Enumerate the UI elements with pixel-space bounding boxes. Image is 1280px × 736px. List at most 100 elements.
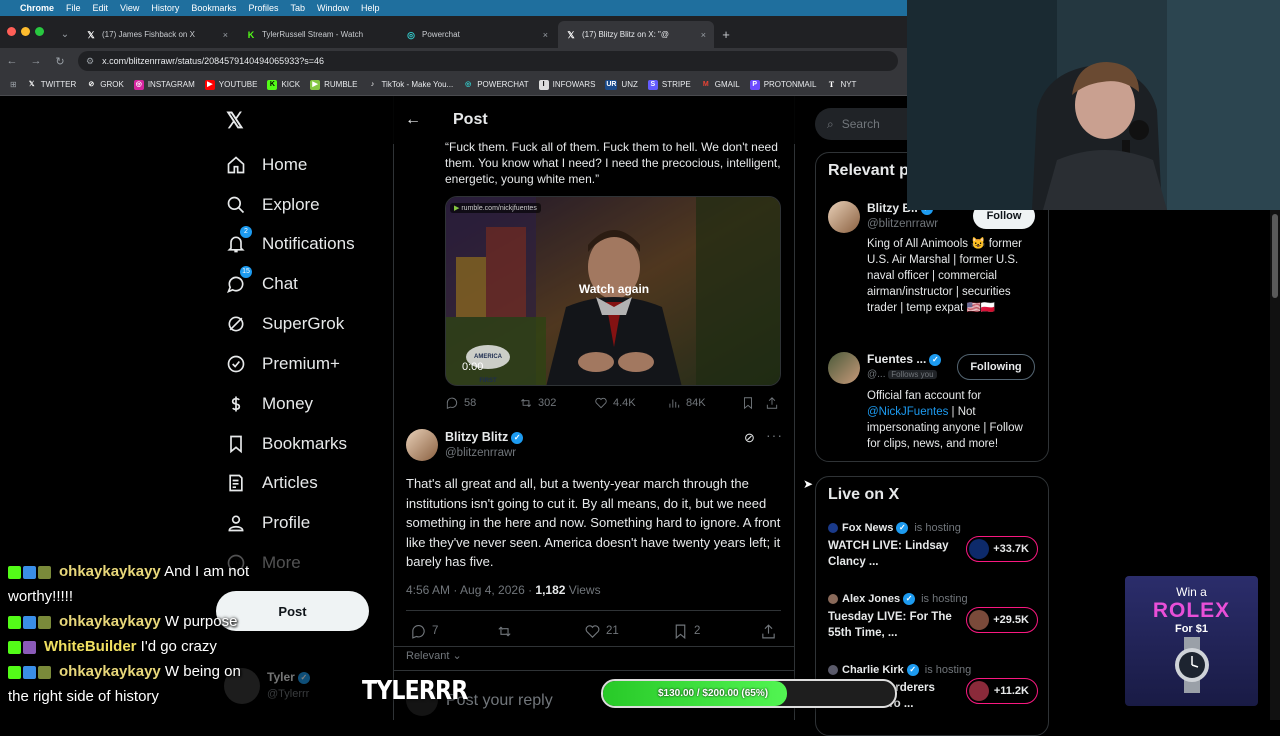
bookmark-rumble[interactable]: ▶ RUMBLE [310, 79, 357, 90]
menu-bookmarks[interactable]: Bookmarks [191, 3, 236, 13]
post-button[interactable]: Post [216, 591, 369, 631]
close-window-button[interactable] [7, 27, 16, 36]
reply-action[interactable]: 58 [445, 396, 476, 410]
site-info-icon[interactable]: ⚙ [86, 56, 94, 67]
bookmark-action[interactable] [741, 396, 760, 410]
following-button[interactable]: Following [957, 354, 1035, 380]
bookmark-nyt[interactable]: T NYT [826, 79, 857, 90]
menu-edit[interactable]: Edit [93, 3, 109, 13]
chat-badges [8, 635, 38, 660]
bookmark-powerchat[interactable]: ◎ POWERCHAT [463, 80, 528, 90]
nyt-logo-icon: T [828, 79, 835, 89]
sidebar-item-supergrok[interactable]: SuperGrok [224, 304, 344, 344]
host-avatar-icon [969, 610, 989, 630]
post-timestamp: 4:56 AM · Aug 4, 2026 · 1,182 Views [406, 583, 601, 597]
menu-history[interactable]: History [151, 3, 179, 13]
bookmark-action[interactable]: 2 [672, 623, 700, 640]
person-handle-text: @... [867, 369, 886, 380]
sidebar-item-chat[interactable]: 15 Chat [224, 264, 298, 304]
chat-badges [8, 660, 53, 685]
bookmark-twitter[interactable]: 𝕏 TWITTER [27, 80, 76, 90]
close-tab-icon[interactable]: × [223, 30, 228, 40]
repost-action[interactable]: 302 [519, 396, 556, 410]
bookmark-gmail[interactable]: M GMAIL [701, 80, 740, 90]
grok-icon [224, 312, 248, 336]
menu-window[interactable]: Window [317, 3, 349, 13]
sort-replies-dropdown[interactable]: Relevant ⌄ [406, 649, 462, 662]
reply-author[interactable]: Blitzy Blitz ✓ [445, 430, 524, 444]
reload-icon[interactable]: ↻ [48, 55, 72, 68]
menu-tab[interactable]: Tab [290, 3, 305, 13]
unz-logo-icon: UR [605, 79, 618, 90]
grok-explain-icon[interactable]: ⊘ [744, 430, 755, 446]
bookmark-instagram[interactable]: ◎ INSTAGRAM [133, 79, 195, 90]
x-logo-icon: 𝕏 [567, 29, 575, 40]
account-name: Tyler ✓ [267, 670, 310, 684]
sidebar-item-profile[interactable]: Profile [224, 503, 310, 543]
emote-badge-icon [38, 666, 51, 680]
tab-search-dropdown-icon[interactable]: ⌄ [56, 21, 74, 48]
menu-chrome[interactable]: Chrome [20, 3, 54, 13]
stripe-logo-icon: S [647, 79, 658, 90]
menu-file[interactable]: File [66, 3, 81, 13]
sidebar-item-articles[interactable]: Articles [224, 463, 318, 503]
menu-view[interactable]: View [120, 3, 139, 13]
menu-profiles[interactable]: Profiles [248, 3, 278, 13]
tab-tylerrussell-stream[interactable]: K TylerRussell Stream - Watch [238, 21, 396, 48]
bookmark-youtube[interactable]: ▶ YOUTUBE [204, 79, 257, 90]
more-options-icon[interactable]: ··· [766, 427, 783, 443]
bookmark-unz[interactable]: UR UNZ [605, 79, 638, 90]
watch-again-button[interactable]: Watch again [446, 282, 780, 296]
url-input[interactable]: ⚙ x.com/blitzenrrawr/status/208457914049… [78, 51, 898, 71]
close-tab-icon[interactable]: × [543, 30, 548, 40]
like-action[interactable]: 21 [584, 623, 619, 640]
tab-james-fishback[interactable]: 𝕏 (17) James Fishback on X × [78, 21, 236, 48]
live-item-fox-news[interactable]: Fox News ✓ is hosting WATCH LIVE: Lindsay … [828, 522, 1038, 576]
like-action[interactable]: 4.4K [594, 396, 636, 410]
zoom-window-button[interactable] [35, 27, 44, 36]
back-arrow-icon[interactable]: ← [405, 111, 425, 129]
new-tab-button[interactable]: + [716, 21, 736, 48]
tab-blitzy-blitz-active[interactable]: 𝕏 (17) Blitzy Blitz on X: "@ × [558, 21, 714, 48]
x-logo-icon[interactable]: 𝕏 [226, 110, 248, 132]
bookmark-stripe[interactable]: S STRIPE [647, 79, 691, 90]
page-scrollbar-thumb[interactable] [1272, 214, 1278, 298]
person-name[interactable]: Fuentes ... ✓ [867, 352, 942, 366]
bookmark-grok[interactable]: ⊘ GROK [86, 80, 124, 90]
divider [406, 610, 781, 611]
bookmark-protonmail[interactable]: P PROTONMAIL [749, 79, 816, 90]
bookmark-infowars[interactable]: I INFOWARS [538, 79, 595, 90]
close-tab-icon[interactable]: × [701, 30, 706, 40]
tab-powerchat[interactable]: ◎ Powerchat × [398, 21, 556, 48]
sidebar-item-premium[interactable]: Premium+ [224, 344, 340, 384]
share-action[interactable] [760, 623, 782, 640]
repost-action[interactable] [496, 623, 518, 640]
bio-mention-link[interactable]: @NickJFuentes [867, 406, 948, 418]
back-arrow-icon[interactable]: ← [0, 55, 24, 67]
post-header: ← Post [393, 96, 795, 144]
share-action[interactable] [765, 396, 784, 410]
views-action[interactable]: 84K [667, 396, 706, 410]
bookmark-tiktok[interactable]: ♪ TikTok - Make You... [367, 80, 453, 90]
sidebar-item-home[interactable]: Home [224, 145, 307, 185]
blitzy-avatar[interactable] [406, 429, 438, 461]
forward-arrow-icon[interactable]: → [24, 55, 48, 67]
sidebar-item-label: Premium+ [262, 354, 340, 373]
sidebar-item-bookmarks[interactable]: Bookmarks [224, 424, 347, 464]
rolex-giveaway-ad[interactable]: Win a ROLEX For $1 [1125, 576, 1258, 706]
bookmark-kick[interactable]: K KICK [267, 79, 300, 90]
sidebar-item-money[interactable]: Money [224, 384, 313, 424]
apps-grid-icon[interactable]: ⊞ [10, 80, 17, 89]
articles-icon [224, 471, 248, 495]
bookmark-count: 2 [694, 625, 701, 637]
fuentes-avatar[interactable] [828, 352, 860, 384]
sidebar-item-notifications[interactable]: 2 Notifications [224, 224, 355, 264]
menu-help[interactable]: Help [361, 3, 380, 13]
reply-action[interactable]: 7 [410, 623, 438, 640]
live-item-alex-jones[interactable]: Alex Jones ✓ is hosting Tuesday LIVE: For … [828, 593, 1038, 647]
blitzy-avatar[interactable] [828, 201, 860, 233]
sidebar-item-explore[interactable]: Explore [224, 185, 320, 225]
notification-badge: 2 [240, 226, 252, 238]
video-player[interactable]: ▶ rumble.com/nickjfuentes AMERICA FIRST … [445, 196, 781, 386]
minimize-window-button[interactable] [21, 27, 30, 36]
